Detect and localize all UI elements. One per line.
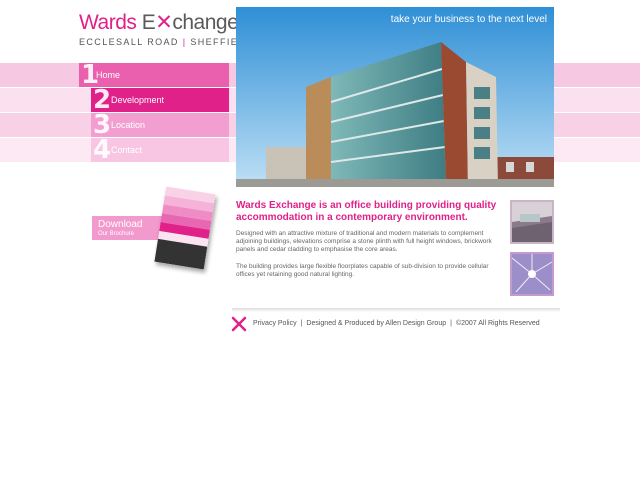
nav-label: Location (111, 120, 146, 130)
hero-tagline: take your business to the next level (390, 14, 547, 25)
nav-item-home[interactable]: 1 Home (79, 62, 229, 88)
footer-separator: | (450, 320, 452, 327)
building-illustration (236, 7, 554, 187)
logo-x-icon: ✕ (155, 11, 173, 34)
footer-divider (232, 308, 560, 312)
copyright-text: ©2007 All Rights Reserved (455, 320, 540, 327)
footer-separator: | (300, 320, 303, 327)
logo-sub-left: ECCLESALL ROAD (79, 37, 179, 47)
nav-item-location[interactable]: 3 Location (91, 112, 229, 138)
nav-label: Contact (111, 145, 143, 155)
main-nav: 1 Home 2 Development 3 Location 4 Contac… (79, 62, 229, 165)
hero-building-image: take your business to the next level (236, 7, 554, 187)
content-paragraph-2: The building provides large flexible flo… (236, 263, 489, 278)
content-headline: Wards Exchange is an office building pro… (236, 200, 497, 223)
nav-label: Development (111, 95, 165, 105)
nav-number-4: 4 (93, 135, 112, 165)
download-brochure-button[interactable]: Download Our Brochure (92, 216, 164, 240)
brochure-image[interactable] (154, 186, 216, 270)
logo-letter-e: E (141, 11, 156, 34)
lighting-image (510, 252, 554, 296)
download-label: Download (98, 219, 143, 230)
designer-credit-link[interactable]: Designed & Produced by Allen Design Grou… (306, 320, 446, 327)
privacy-policy-link[interactable]: Privacy Policy (253, 320, 297, 327)
logo-wordmark: Wards E✕change (79, 10, 239, 35)
nav-label: Home (96, 70, 121, 80)
logo-word-wards: Wards (79, 11, 137, 34)
footer: Privacy Policy | Designed & Produced by Al… (253, 320, 540, 327)
thumbnail-interior[interactable] (510, 200, 554, 244)
download-sublabel: Our Brochure (98, 231, 135, 237)
content-paragraph-1: Designed with an attractive mixture of t… (236, 230, 492, 253)
site-logo[interactable]: Wards E✕change ECCLESALL ROAD | SHEFFIEL… (79, 10, 253, 47)
nav-item-development[interactable]: 2 Development (91, 87, 229, 113)
interior-image (510, 200, 554, 244)
logo-subtitle: ECCLESALL ROAD | SHEFFIELD (79, 37, 253, 47)
footer-logo-icon (230, 315, 248, 333)
thumbnail-lighting[interactable] (510, 252, 554, 296)
logo-word-change: change (172, 11, 239, 34)
nav-item-contact[interactable]: 4 Contact (91, 135, 229, 165)
